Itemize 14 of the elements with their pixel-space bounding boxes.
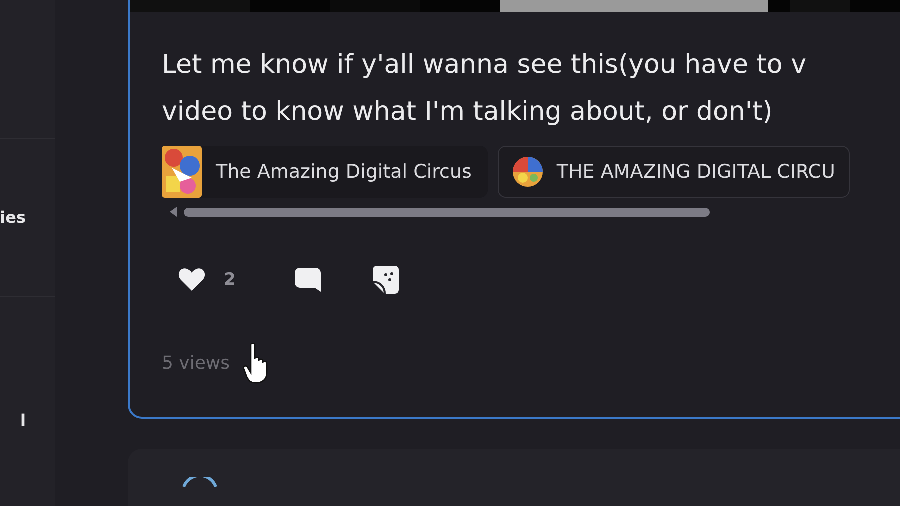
tag-chip[interactable]: THE AMAZING DIGITAL CIRCU [498, 146, 850, 198]
post-text: video to know what I'm talking about, or don't) [162, 96, 774, 129]
scroll-left-icon[interactable] [170, 207, 178, 217]
sidebar-item[interactable]: ies [0, 208, 26, 227]
like-count: 2 [224, 270, 236, 290]
hand-cursor-icon [243, 343, 269, 385]
scrollbar-thumb[interactable] [184, 208, 710, 216]
tag-chip[interactable]: The Amazing Digital Circus [162, 146, 488, 198]
heart-icon[interactable] [178, 268, 206, 292]
sticker-icon[interactable] [372, 265, 400, 295]
sidebar-item[interactable]: l [0, 411, 26, 430]
view-count: 5 views [162, 353, 230, 374]
comment-icon[interactable] [294, 266, 322, 294]
post-text: Let me know if y'all wanna see this(you have to v [162, 49, 808, 82]
